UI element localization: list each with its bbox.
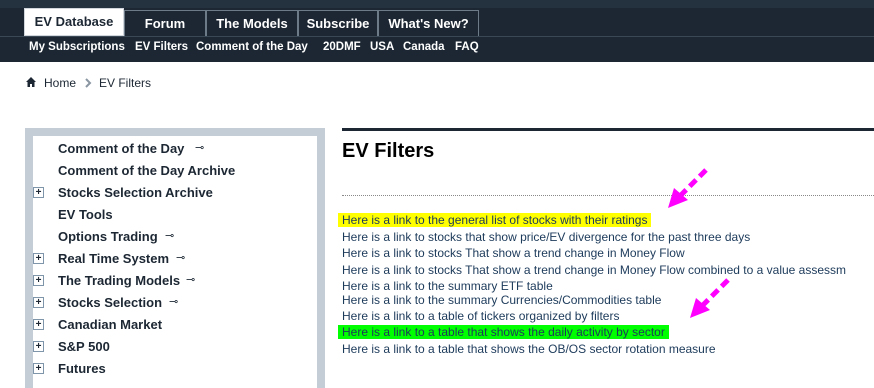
sidebar-item-label[interactable]: Comment of the Day Archive (58, 162, 235, 180)
subnav-my-subscriptions[interactable]: My Subscriptions (29, 41, 125, 53)
sidebar-item-label[interactable]: Stocks Selection Archive (58, 184, 213, 202)
chevron-right-icon (84, 77, 92, 88)
subnav-comment-of-the-day[interactable]: Comment of the Day (196, 41, 308, 53)
sidebar-item-label[interactable]: Canadian Market (58, 316, 162, 334)
plus-icon[interactable]: + (33, 363, 44, 374)
subnav-ev-filters[interactable]: EV Filters (135, 41, 188, 53)
arrow-annotation-icon (668, 168, 708, 208)
sidebar-item-label[interactable]: EV Tools (58, 206, 113, 224)
top-navigation: EV Database Forum The Models Subscribe W… (0, 0, 874, 36)
link-text[interactable]: Here is a link to the general list of st… (338, 213, 652, 227)
tab-whats-new[interactable]: What's New? (378, 10, 479, 36)
sidebar-item-label[interactable]: Comment of the Day (58, 140, 184, 158)
key-icon: ⊸ (195, 142, 205, 154)
key-icon: ⊸ (186, 274, 196, 286)
link-obos-sector-rotation[interactable]: Here is a link to a table that shows the… (342, 341, 716, 357)
key-icon: ⊸ (176, 252, 186, 264)
subnav-usa[interactable]: USA (370, 41, 394, 53)
subnav-canada[interactable]: Canada (403, 41, 445, 53)
plus-icon[interactable]: + (33, 319, 44, 330)
subnav-faq[interactable]: FAQ (455, 41, 479, 53)
subnav-20dmf[interactable]: 20DMF (323, 41, 361, 53)
sidebar-menu: Comment of the Day ⊸ Comment of the Day … (33, 136, 317, 388)
plus-icon[interactable]: + (33, 297, 44, 308)
plus-icon[interactable]: + (33, 275, 44, 286)
sidebar-item-label[interactable]: Futures (58, 360, 106, 378)
breadcrumb-current: EV Filters (99, 76, 152, 90)
home-icon[interactable] (25, 76, 37, 88)
tab-ev-database[interactable]: EV Database (24, 8, 124, 36)
link-price-ev-divergence[interactable]: Here is a link to stocks that show price… (342, 229, 750, 245)
top-band (0, 0, 874, 8)
link-tickers-by-filters[interactable]: Here is a link to a table of tickers org… (342, 308, 619, 324)
sidebar-item-label[interactable]: S&P 500 (58, 338, 110, 356)
main-top-rule (342, 128, 874, 131)
key-icon: ⊸ (165, 230, 175, 242)
arrow-annotation-icon (690, 278, 730, 318)
link-general-list[interactable]: Here is a link to the general list of st… (338, 212, 652, 228)
sidebar-item-label[interactable]: Real Time System (58, 250, 169, 268)
tab-subscribe[interactable]: Subscribe (298, 10, 378, 36)
link-daily-activity-sector[interactable]: Here is a link to a table that shows the… (338, 324, 669, 340)
page-title: EV Filters (342, 140, 435, 162)
sidebar: Comment of the Day ⊸ Comment of the Day … (25, 128, 325, 388)
sub-navigation: My Subscriptions EV Filters Comment of t… (0, 36, 874, 62)
breadcrumb-home[interactable]: Home (44, 76, 76, 90)
sidebar-item-label[interactable]: Options Trading (58, 228, 158, 246)
link-text[interactable]: Here is a link to a table that shows the… (338, 325, 669, 339)
link-money-flow-value[interactable]: Here is a link to stocks That show a tre… (342, 262, 846, 278)
plus-icon[interactable]: + (33, 187, 44, 198)
link-currencies-commodities[interactable]: Here is a link to the summary Currencies… (342, 292, 661, 308)
sidebar-item-label[interactable]: The Trading Models (58, 272, 180, 290)
sidebar-item-label[interactable]: Stocks Selection (58, 294, 162, 312)
tab-forum[interactable]: Forum (124, 10, 206, 36)
plus-icon[interactable]: + (33, 253, 44, 264)
link-money-flow-trend[interactable]: Here is a link to stocks That show a tre… (342, 245, 685, 261)
tab-the-models[interactable]: The Models (206, 10, 298, 36)
divider (342, 195, 874, 196)
key-icon: ⊸ (169, 296, 179, 308)
plus-icon[interactable]: + (33, 341, 44, 352)
